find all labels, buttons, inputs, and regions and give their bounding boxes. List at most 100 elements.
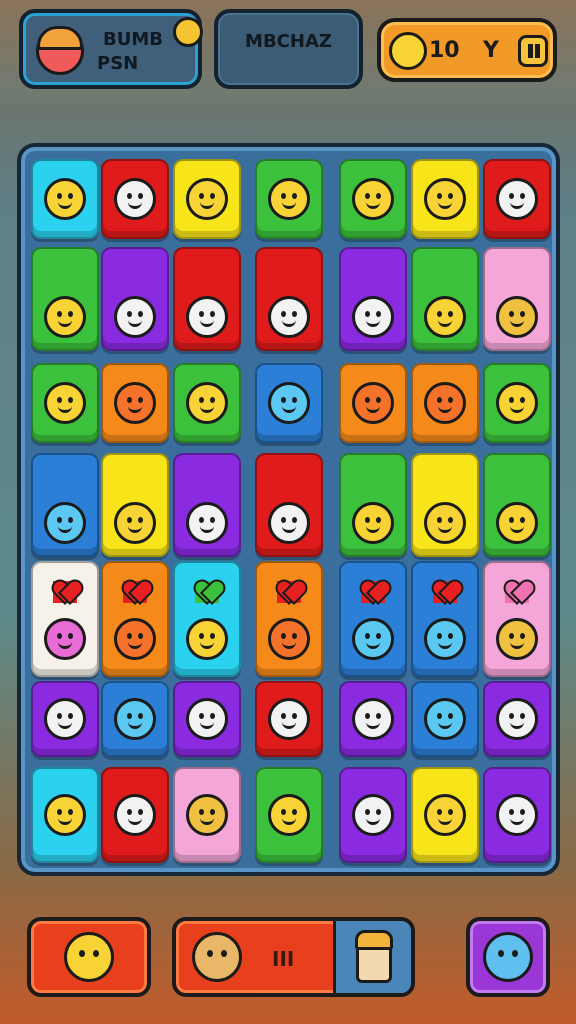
tile-r4-c4[interactable] [255,453,323,557]
creature-face-icon [114,382,156,424]
creature-face-icon [352,296,394,338]
tile-r5-c7[interactable] [483,561,551,677]
creature-face-icon [44,178,86,220]
tile-r2-c5[interactable] [339,247,407,351]
creature-face-icon [186,382,228,424]
tile-r6-c5[interactable] [339,681,407,757]
heart-icon [53,581,77,603]
tile-r3-c3[interactable] [173,363,241,443]
creature-face-icon [424,178,466,220]
tile-r7-c2[interactable] [101,767,169,863]
tile-r6-c4[interactable] [255,681,323,757]
player-name-line2: PSN [97,53,139,74]
creature-face-icon [268,382,310,424]
creature-face-icon [496,794,538,836]
tile-r3-c5[interactable] [339,363,407,443]
heart-icon [123,581,147,603]
powerup-left-button[interactable] [27,917,151,997]
tile-r5-c2[interactable] [101,561,169,677]
creature-face-icon [424,618,466,661]
heart-icon [505,581,529,603]
creature-face-icon [496,178,538,220]
tile-r6-c3[interactable] [173,681,241,757]
tile-r7-c1[interactable] [31,767,99,863]
creature-face-icon [44,698,86,740]
powerup-count: III [272,947,295,971]
lantern-slot[interactable] [333,921,411,993]
tile-r3-c4[interactable] [255,363,323,443]
heart-icon [361,581,385,603]
creature-face-icon [268,178,310,220]
game-board [17,143,560,876]
creature-face-icon [114,794,156,836]
tile-r4-c3[interactable] [173,453,241,557]
creature-face-icon [186,296,228,338]
level-label: MBCHAZ [245,31,332,52]
tile-r6-c6[interactable] [411,681,479,757]
tile-r1-c6[interactable] [411,159,479,239]
tile-r6-c1[interactable] [31,681,99,757]
creature-face-icon [268,502,310,544]
tile-r6-c2[interactable] [101,681,169,757]
player-panel[interactable]: BUMB PSN [19,9,203,89]
tile-r3-c7[interactable] [483,363,551,443]
tile-r2-c7[interactable] [483,247,551,351]
coin-suffix: Y [483,38,499,63]
tile-r4-c6[interactable] [411,453,479,557]
creature-face-icon [186,618,228,661]
tile-r5-c4[interactable] [255,561,323,677]
tile-r7-c6[interactable] [411,767,479,863]
tile-r1-c7[interactable] [483,159,551,239]
tile-r5-c5[interactable] [339,561,407,677]
tile-r5-c1[interactable] [31,561,99,677]
level-panel: MBCHAZ [214,9,363,89]
creature-face-icon [44,618,86,661]
creature-face-icon [186,502,228,544]
tile-r6-c7[interactable] [483,681,551,757]
creature-face-icon [268,296,310,338]
tile-r7-c7[interactable] [483,767,551,863]
creature-face-icon [186,178,228,220]
pause-button[interactable] [518,35,548,67]
creature-face-icon [496,618,538,661]
tile-r1-c3[interactable] [173,159,241,239]
bear-face-icon [192,932,242,982]
creature-face-icon [114,618,156,661]
creature-face-icon [44,296,86,338]
tile-r2-c6[interactable] [411,247,479,351]
tile-r4-c2[interactable] [101,453,169,557]
tile-r2-c4[interactable] [255,247,323,351]
tile-r7-c5[interactable] [339,767,407,863]
tile-r5-c3[interactable] [173,561,241,677]
tile-r1-c5[interactable] [339,159,407,239]
creature-face-icon [352,618,394,661]
tile-r3-c1[interactable] [31,363,99,443]
creature-face-icon [44,382,86,424]
tile-r7-c4[interactable] [255,767,323,863]
tile-r2-c1[interactable] [31,247,99,351]
tile-r3-c2[interactable] [101,363,169,443]
creature-face-icon [424,296,466,338]
heart-icon [195,581,219,603]
creature-face-icon [352,698,394,740]
player-avatar [36,26,84,75]
tile-r4-c1[interactable] [31,453,99,557]
tile-r2-c3[interactable] [173,247,241,351]
creature-face-icon [268,618,310,661]
creature-face-icon [114,178,156,220]
tile-r7-c3[interactable] [173,767,241,863]
tile-r1-c4[interactable] [255,159,323,239]
tile-r2-c2[interactable] [101,247,169,351]
heart-icon [277,581,301,603]
tile-r1-c2[interactable] [101,159,169,239]
tile-r4-c5[interactable] [339,453,407,557]
tile-r1-c1[interactable] [31,159,99,239]
creature-face-icon [352,178,394,220]
creature-face-icon [496,296,538,338]
creature-face-icon [424,382,466,424]
powerup-right-button[interactable] [466,917,550,997]
tile-r4-c7[interactable] [483,453,551,557]
powerup-middle-button[interactable]: III [172,917,415,997]
tile-r5-c6[interactable] [411,561,479,677]
tile-r3-c6[interactable] [411,363,479,443]
